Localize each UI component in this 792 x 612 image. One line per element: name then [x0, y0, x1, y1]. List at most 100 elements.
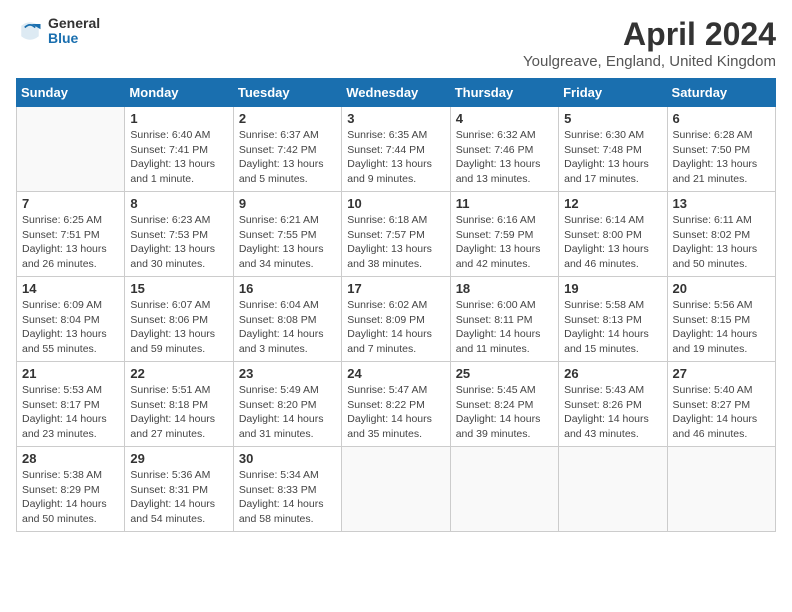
calendar-cell: 21 Sunrise: 5:53 AMSunset: 8:17 PMDayligh…	[17, 362, 125, 447]
day-info: Sunrise: 5:53 AMSunset: 8:17 PMDaylight:…	[22, 383, 119, 442]
calendar-header-saturday: Saturday	[667, 79, 775, 107]
logo: General Blue	[16, 16, 100, 47]
calendar-cell: 4 Sunrise: 6:32 AMSunset: 7:46 PMDaylight…	[450, 107, 558, 192]
logo-icon	[16, 17, 44, 45]
calendar-cell: 7Sunrise: 6:25 AMSunset: 7:51 PMDaylight…	[17, 192, 125, 277]
day-number: 21	[22, 366, 119, 381]
calendar-cell: 10Sunrise: 6:18 AMSunset: 7:57 PMDayligh…	[342, 192, 450, 277]
calendar-header-monday: Monday	[125, 79, 233, 107]
day-info: Sunrise: 5:38 AMSunset: 8:29 PMDaylight:…	[22, 468, 119, 527]
day-info: Sunrise: 6:23 AMSunset: 7:53 PMDaylight:…	[130, 213, 227, 272]
week-row-1: 1Sunrise: 6:40 AMSunset: 7:41 PMDaylight…	[17, 107, 776, 192]
day-info: Sunrise: 5:51 AMSunset: 8:18 PMDaylight:…	[130, 383, 227, 442]
day-number: 1	[130, 111, 227, 126]
calendar-cell: 14 Sunrise: 6:09 AMSunset: 8:04 PMDayligh…	[17, 277, 125, 362]
day-info: Sunrise: 6:11 AMSunset: 8:02 PMDaylight:…	[673, 213, 770, 272]
day-info: Sunrise: 6:30 AMSunset: 7:48 PMDaylight:…	[564, 128, 661, 187]
week-row-2: 7Sunrise: 6:25 AMSunset: 7:51 PMDaylight…	[17, 192, 776, 277]
calendar-cell	[450, 447, 558, 532]
calendar-cell: 9Sunrise: 6:21 AMSunset: 7:55 PMDaylight…	[233, 192, 341, 277]
calendar-cell: 1Sunrise: 6:40 AMSunset: 7:41 PMDaylight…	[125, 107, 233, 192]
day-info: Sunrise: 6:00 AMSunset: 8:11 PMDaylight:…	[456, 298, 553, 357]
logo-line1: General	[48, 16, 100, 31]
day-number: 16	[239, 281, 336, 296]
day-number: 23	[239, 366, 336, 381]
title-area: April 2024 Youlgreave, England, United K…	[523, 16, 776, 70]
calendar-cell: 17 Sunrise: 6:02 AMSunset: 8:09 PMDayligh…	[342, 277, 450, 362]
day-number: 2	[239, 111, 336, 126]
day-info: Sunrise: 5:40 AMSunset: 8:27 PMDaylight:…	[673, 383, 770, 442]
day-number: 12	[564, 196, 661, 211]
calendar-cell: 20 Sunrise: 5:56 AMSunset: 8:15 PMDayligh…	[667, 277, 775, 362]
day-number: 26	[564, 366, 661, 381]
calendar-cell: 22 Sunrise: 5:51 AMSunset: 8:18 PMDayligh…	[125, 362, 233, 447]
calendar-cell	[667, 447, 775, 532]
day-info: Sunrise: 6:32 AMSunset: 7:46 PMDaylight:…	[456, 128, 553, 187]
day-number: 10	[347, 196, 444, 211]
calendar-cell: 29 Sunrise: 5:36 AMSunset: 8:31 PMDayligh…	[125, 447, 233, 532]
calendar-header-thursday: Thursday	[450, 79, 558, 107]
day-number: 17	[347, 281, 444, 296]
calendar-cell: 5 Sunrise: 6:30 AMSunset: 7:48 PMDaylight…	[559, 107, 667, 192]
day-info: Sunrise: 6:28 AMSunset: 7:50 PMDaylight:…	[673, 128, 770, 187]
day-number: 13	[673, 196, 770, 211]
calendar-cell: 23 Sunrise: 5:49 AMSunset: 8:20 PMDayligh…	[233, 362, 341, 447]
calendar-cell: 8 Sunrise: 6:23 AMSunset: 7:53 PMDaylight…	[125, 192, 233, 277]
day-info: Sunrise: 5:34 AMSunset: 8:33 PMDaylight:…	[239, 468, 336, 527]
day-number: 14	[22, 281, 119, 296]
calendar-cell: 25Sunrise: 5:45 AMSunset: 8:24 PMDayligh…	[450, 362, 558, 447]
calendar-cell: 2Sunrise: 6:37 AMSunset: 7:42 PMDaylight…	[233, 107, 341, 192]
day-number: 28	[22, 451, 119, 466]
day-number: 29	[130, 451, 227, 466]
week-row-4: 21 Sunrise: 5:53 AMSunset: 8:17 PMDayligh…	[17, 362, 776, 447]
calendar-cell: 28 Sunrise: 5:38 AMSunset: 8:29 PMDayligh…	[17, 447, 125, 532]
calendar-cell: 18Sunrise: 6:00 AMSunset: 8:11 PMDayligh…	[450, 277, 558, 362]
day-number: 19	[564, 281, 661, 296]
day-number: 27	[673, 366, 770, 381]
day-info: Sunrise: 6:07 AMSunset: 8:06 PMDaylight:…	[130, 298, 227, 357]
logo-text: General Blue	[48, 16, 100, 47]
calendar-header-wednesday: Wednesday	[342, 79, 450, 107]
calendar-cell: 15Sunrise: 6:07 AMSunset: 8:06 PMDayligh…	[125, 277, 233, 362]
calendar-cell	[17, 107, 125, 192]
day-info: Sunrise: 6:02 AMSunset: 8:09 PMDaylight:…	[347, 298, 444, 357]
day-info: Sunrise: 6:09 AMSunset: 8:04 PMDaylight:…	[22, 298, 119, 357]
calendar-cell: 3Sunrise: 6:35 AMSunset: 7:44 PMDaylight…	[342, 107, 450, 192]
calendar-header-friday: Friday	[559, 79, 667, 107]
day-number: 6	[673, 111, 770, 126]
day-number: 30	[239, 451, 336, 466]
calendar-header-row: SundayMondayTuesdayWednesdayThursdayFrid…	[17, 79, 776, 107]
calendar-header-tuesday: Tuesday	[233, 79, 341, 107]
calendar-cell	[342, 447, 450, 532]
day-info: Sunrise: 5:58 AMSunset: 8:13 PMDaylight:…	[564, 298, 661, 357]
calendar-cell	[559, 447, 667, 532]
day-info: Sunrise: 6:35 AMSunset: 7:44 PMDaylight:…	[347, 128, 444, 187]
week-row-5: 28 Sunrise: 5:38 AMSunset: 8:29 PMDayligh…	[17, 447, 776, 532]
day-info: Sunrise: 5:49 AMSunset: 8:20 PMDaylight:…	[239, 383, 336, 442]
logo-line2: Blue	[48, 31, 100, 46]
calendar-cell: 30 Sunrise: 5:34 AMSunset: 8:33 PMDayligh…	[233, 447, 341, 532]
day-info: Sunrise: 5:36 AMSunset: 8:31 PMDaylight:…	[130, 468, 227, 527]
day-info: Sunrise: 5:43 AMSunset: 8:26 PMDaylight:…	[564, 383, 661, 442]
month-title: April 2024	[523, 16, 776, 53]
day-info: Sunrise: 6:14 AMSunset: 8:00 PMDaylight:…	[564, 213, 661, 272]
day-info: Sunrise: 5:47 AMSunset: 8:22 PMDaylight:…	[347, 383, 444, 442]
calendar-header-sunday: Sunday	[17, 79, 125, 107]
day-number: 22	[130, 366, 227, 381]
day-info: Sunrise: 5:45 AMSunset: 8:24 PMDaylight:…	[456, 383, 553, 442]
day-info: Sunrise: 6:25 AMSunset: 7:51 PMDaylight:…	[22, 213, 119, 272]
calendar-cell: 24 Sunrise: 5:47 AMSunset: 8:22 PMDayligh…	[342, 362, 450, 447]
day-number: 20	[673, 281, 770, 296]
day-number: 24	[347, 366, 444, 381]
calendar-cell: 16 Sunrise: 6:04 AMSunset: 8:08 PMDayligh…	[233, 277, 341, 362]
calendar-cell: 12 Sunrise: 6:14 AMSunset: 8:00 PMDayligh…	[559, 192, 667, 277]
day-number: 8	[130, 196, 227, 211]
calendar-cell: 27 Sunrise: 5:40 AMSunset: 8:27 PMDayligh…	[667, 362, 775, 447]
day-info: Sunrise: 6:04 AMSunset: 8:08 PMDaylight:…	[239, 298, 336, 357]
day-number: 4	[456, 111, 553, 126]
day-info: Sunrise: 5:56 AMSunset: 8:15 PMDaylight:…	[673, 298, 770, 357]
day-info: Sunrise: 6:21 AMSunset: 7:55 PMDaylight:…	[239, 213, 336, 272]
day-number: 5	[564, 111, 661, 126]
calendar-cell: 11Sunrise: 6:16 AMSunset: 7:59 PMDayligh…	[450, 192, 558, 277]
day-info: Sunrise: 6:16 AMSunset: 7:59 PMDaylight:…	[456, 213, 553, 272]
